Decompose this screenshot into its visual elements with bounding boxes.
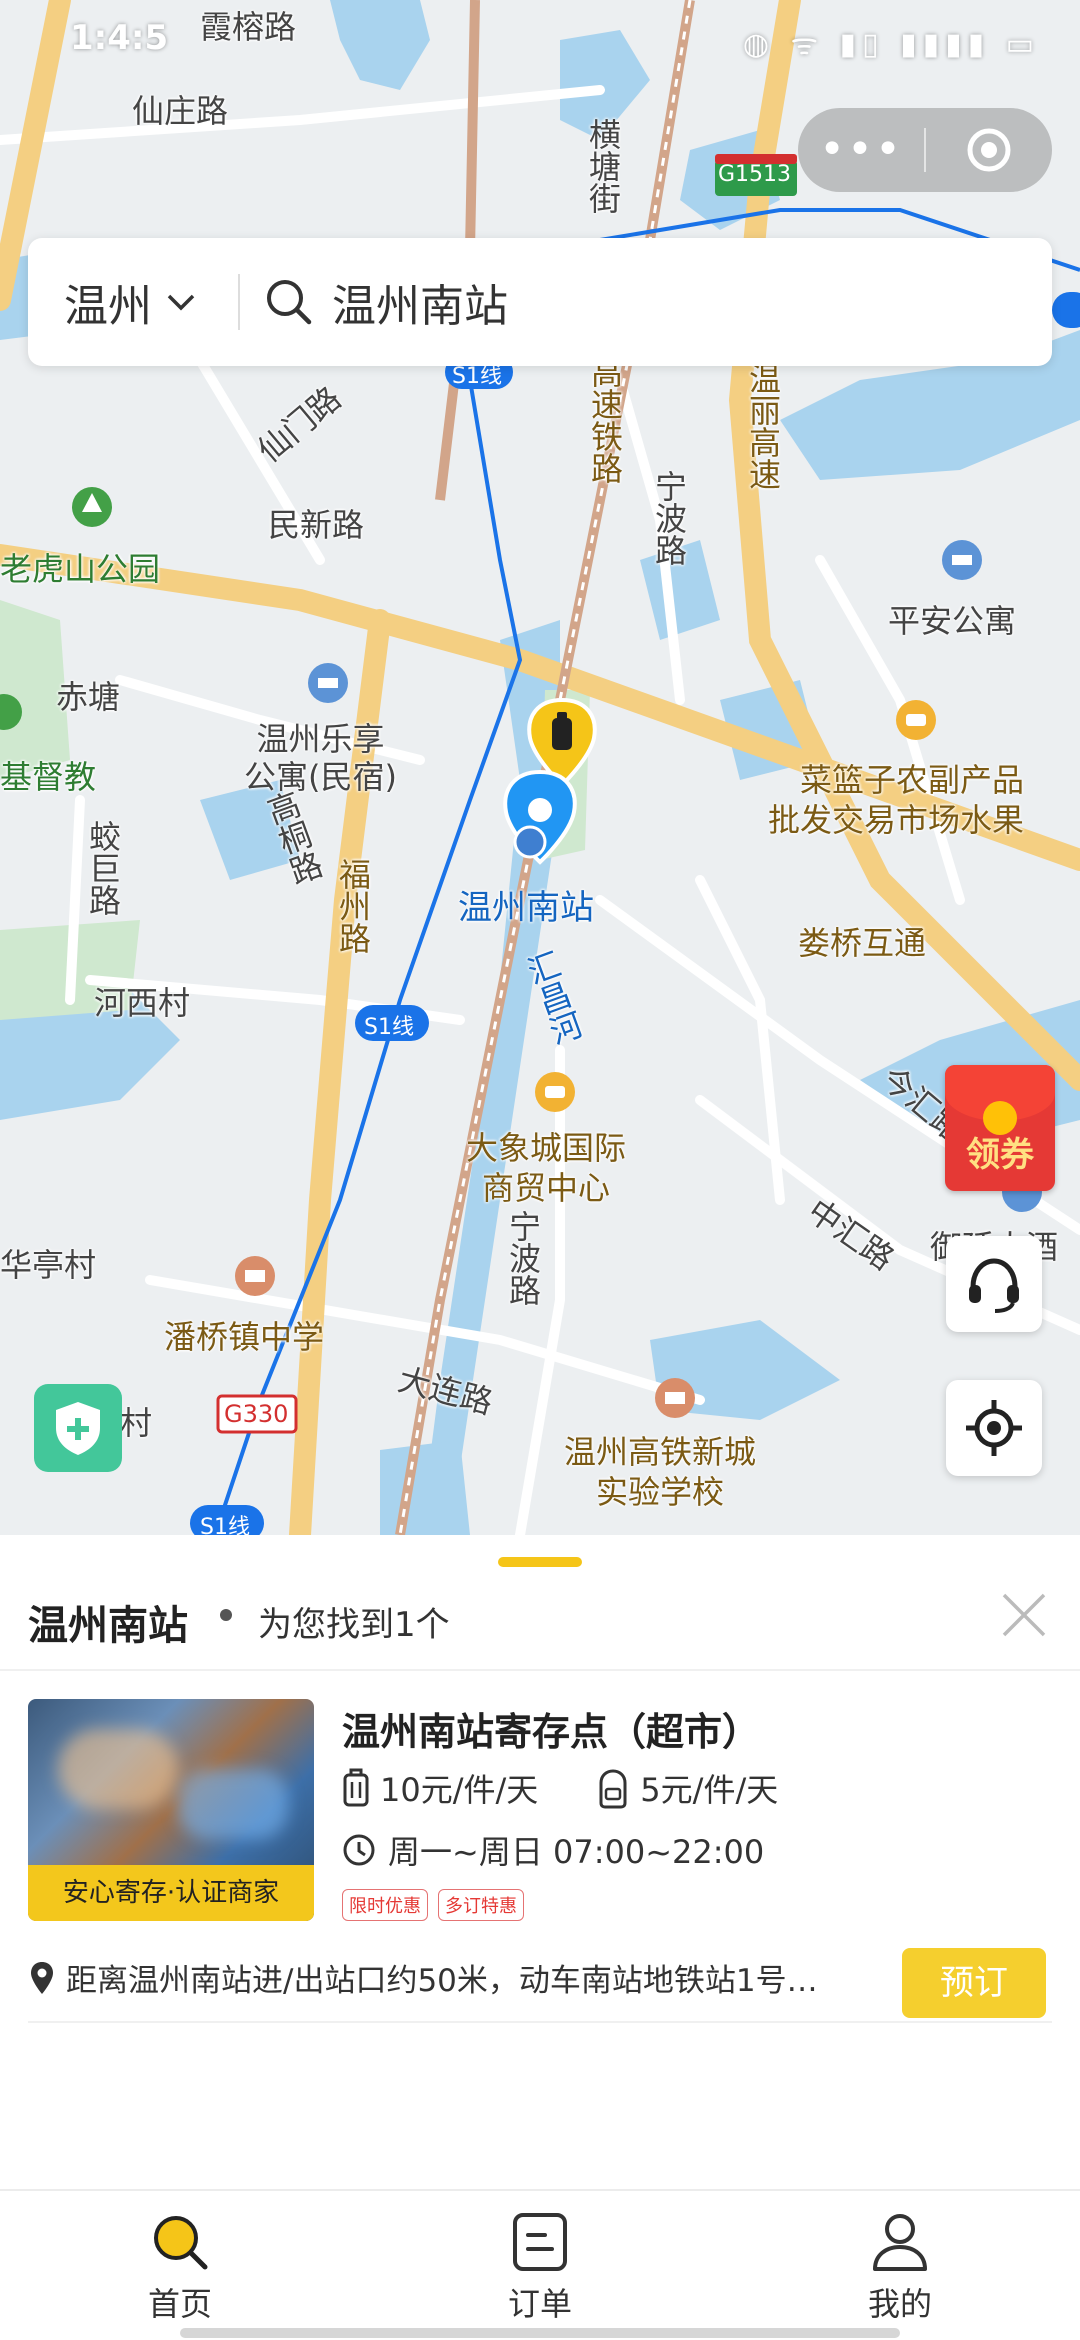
map-label-wenli-gaosu: 温丽高速 <box>744 362 782 490</box>
dot-separator <box>220 1609 232 1621</box>
map-label-jidujiao: 基督教 <box>0 758 97 796</box>
map-label-daxiangcheng: 大象城国际 商贸中心 <box>466 1129 627 1207</box>
search-card: 温州 温州南站 <box>28 238 1052 366</box>
map-label-louqiao-interchange: 娄桥互通 <box>798 924 927 962</box>
city-label: 温州 <box>64 281 152 332</box>
headset-icon <box>969 1258 1019 1313</box>
map-label-caolanzi-market: 菜篮子农副产品 批发交易市场水果 <box>768 761 1025 839</box>
sheet-divider <box>0 1669 1080 1671</box>
user-icon <box>873 2214 927 2271</box>
target-icon[interactable] <box>926 126 1052 174</box>
search-input[interactable]: 温州南站 <box>240 270 508 334</box>
map-label-pingan-apt: 平安公寓 <box>888 602 1017 640</box>
map-label-minxin-rd: 民新路 <box>268 506 365 544</box>
item-divider <box>28 2021 1052 2023</box>
more-icon[interactable]: ••• <box>798 128 924 172</box>
price-small-luggage: 5元/件/天 <box>640 1771 779 1809</box>
location-pin-icon <box>31 1961 53 1994</box>
promo-tag: 多订特惠 <box>438 1889 524 1921</box>
map-label-wenzhou-lexiang: 温州乐享 公寓(民宿) <box>244 720 397 796</box>
map-label-gaosu-tielu: 高速铁路 <box>586 356 624 484</box>
status-time: 1:4:5 <box>70 18 169 58</box>
map-view[interactable]: 霞榕路 仙庄路 横塘街 G1513 S1线 仙门路 民新路 高速铁路 宁波路 温… <box>0 0 1080 1535</box>
suitcase-icon <box>343 1768 369 1807</box>
map-label-s1-mid: S1线 <box>364 1015 414 1040</box>
map-label-ningbo-rd-bottom: 宁波路 <box>504 1210 542 1306</box>
map-label-wenzhou-hsr-school: 温州高铁新城 实验学校 <box>564 1433 757 1511</box>
tab-profile-label: 我的 <box>867 2285 932 2323</box>
map-label-s1-bottom: S1线 <box>200 1515 250 1535</box>
store-address: 距离温州南站进/出站口约50米，动车南站地铁站1号… <box>66 1963 818 1999</box>
coupon-red-packet[interactable]: 领券 <box>945 1065 1055 1195</box>
hours-row: 周一~周日 07:00~22:00 <box>342 1827 764 1873</box>
chevron-down-icon <box>167 294 195 311</box>
sheet-handle[interactable] <box>498 1557 582 1567</box>
map-label-g1513: G1513 <box>718 162 792 187</box>
search-icon <box>154 2216 208 2270</box>
result-count: 为您找到1个 <box>258 1605 450 1645</box>
promo-tag: 限时优惠 <box>342 1889 428 1921</box>
price-large-luggage: 10元/件/天 <box>380 1771 539 1809</box>
clock-icon <box>343 1834 375 1866</box>
business-hours: 周一~周日 07:00~22:00 <box>388 1833 765 1871</box>
map-label-ningbo-rd-top: 宁波路 <box>650 470 688 566</box>
price-row: 10元/件/天 5元/件/天 <box>342 1765 778 1811</box>
photo-blur-a <box>58 1729 178 1809</box>
map-label-xianzhuang-rd: 仙庄路 <box>132 92 229 130</box>
tab-orders[interactable]: 订单 <box>460 2211 620 2325</box>
safety-shield-button[interactable] <box>34 1384 122 1472</box>
photo-blur-b <box>178 1769 288 1839</box>
map-label-fuzhou-rd: 福州路 <box>334 858 372 954</box>
order-list-icon <box>513 2213 567 2271</box>
shield-icon <box>56 1402 100 1455</box>
coupon-label: 领券 <box>966 1135 1034 1175</box>
map-label-panqiao-school: 潘桥镇中学 <box>164 1318 325 1356</box>
status-bar: 1:4:5 ◍ ᯤ ▮▯ ▮▮▮▮ ▭ <box>0 0 1080 80</box>
locate-button[interactable] <box>946 1380 1042 1476</box>
certified-badge: 安心寄存·认证商家 <box>28 1865 314 1921</box>
address-row: 距离温州南站进/出站口约50米，动车南站地铁站1号… <box>28 1955 878 2000</box>
book-button[interactable]: 预订 <box>902 1948 1046 2018</box>
map-label-g330: G330 <box>224 1400 289 1428</box>
map-label-jiaoju-rd: 蛟巨路 <box>84 820 122 916</box>
tab-home-label: 首页 <box>147 2285 212 2323</box>
map-label-hexi-village: 河西村 <box>94 984 191 1022</box>
tab-profile[interactable]: 我的 <box>820 2211 980 2325</box>
tab-home[interactable]: 首页 <box>100 2211 260 2325</box>
customer-service-button[interactable] <box>946 1236 1042 1332</box>
map-label-chitang: 赤塘 <box>56 678 121 716</box>
close-icon[interactable] <box>994 1585 1054 1645</box>
miniprogram-capsule: ••• <box>798 108 1052 192</box>
results-sheet: 温州南站 为您找到1个 安心寄存·认证商家 温州南站寄存点（超市） 10元/件/… <box>0 1535 1080 2189</box>
map-label-laohushan-park: 老虎山公园 <box>0 550 161 588</box>
promo-tags: 限时优惠 多订特惠 <box>342 1889 534 1921</box>
map-label-hengtang-st: 横塘街 <box>584 118 622 214</box>
home-indicator[interactable] <box>180 2328 900 2338</box>
tab-bar: 首页 订单 我的 <box>0 2189 1080 2340</box>
map-label-wenzhou-south-station: 温州南站 <box>458 888 594 928</box>
map-label-huating-village: 华亭村 <box>0 1246 97 1284</box>
city-selector[interactable]: 温州 <box>28 270 238 334</box>
tab-orders-label: 订单 <box>507 2285 572 2323</box>
crosshair-icon <box>966 1400 1022 1456</box>
status-icons: ◍ ᯤ ▮▯ ▮▮▮▮ ▭ <box>742 27 1040 62</box>
map-label-cun: 村 <box>120 1404 153 1442</box>
sheet-title: 温州南站 <box>28 1603 188 1649</box>
backpack-icon <box>599 1769 627 1809</box>
search-icon <box>267 280 312 325</box>
store-photo[interactable]: 安心寄存·认证商家 <box>28 1699 314 1921</box>
search-query: 温州南站 <box>332 281 508 332</box>
store-name[interactable]: 温州南站寄存点（超市） <box>342 1701 760 1756</box>
